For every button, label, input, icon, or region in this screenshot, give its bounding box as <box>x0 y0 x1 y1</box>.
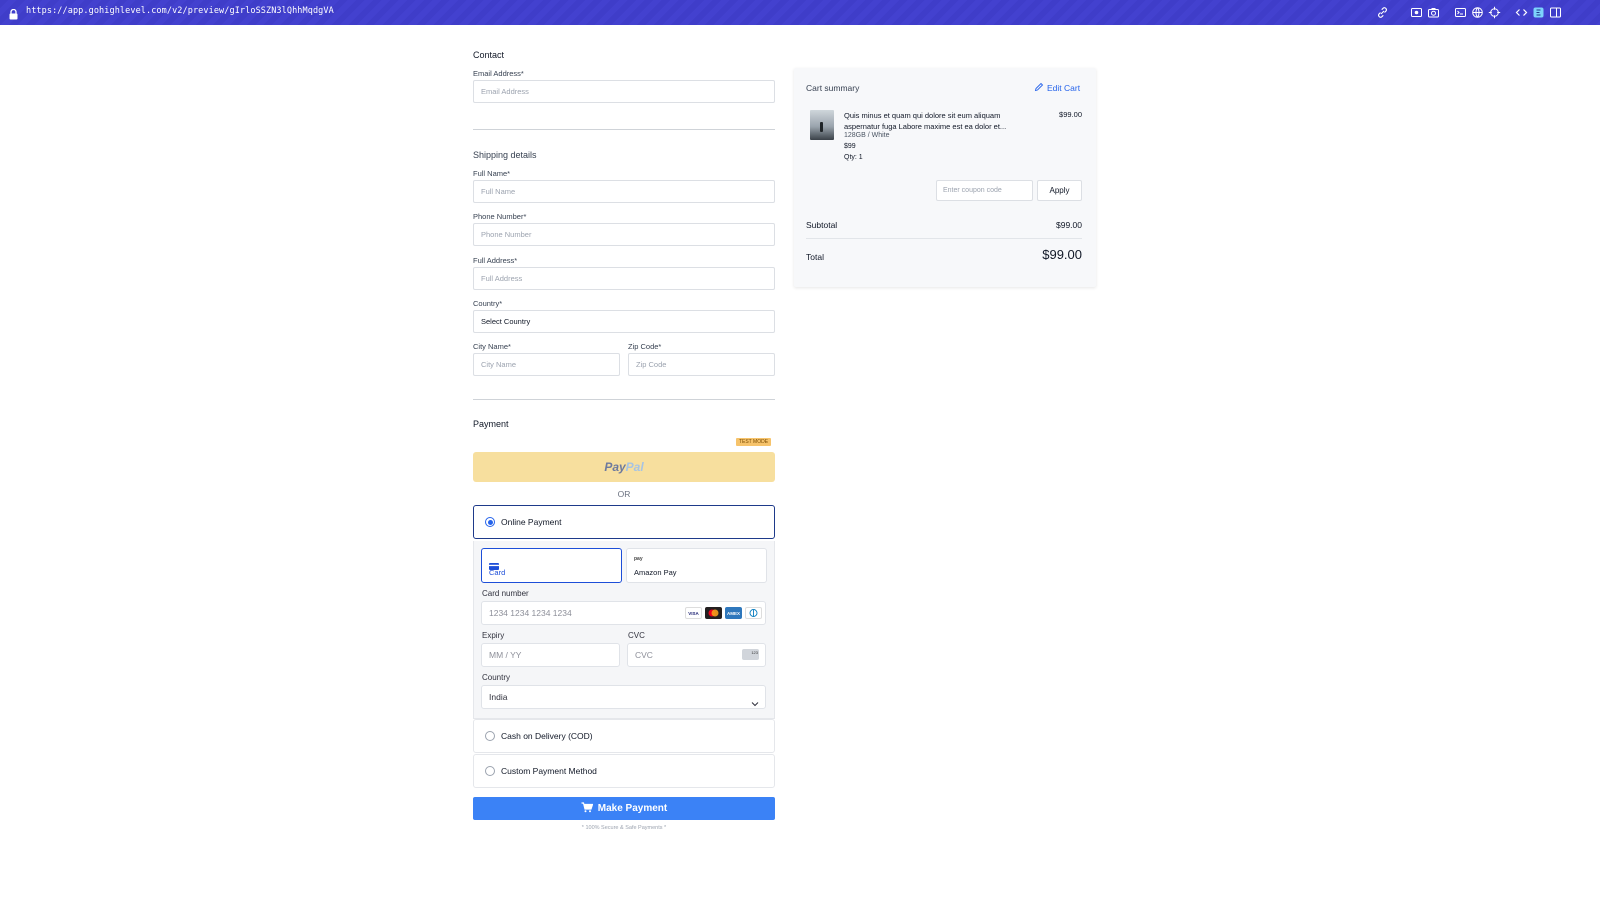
crosshair-icon[interactable] <box>1488 6 1501 19</box>
product-qty: Qty: 1 <box>844 154 863 161</box>
product-name: Quis minus et quam qui dolore sit eum al… <box>844 111 1007 131</box>
browser-topbar: https://app.gohighlevel.com/v2/preview/g… <box>0 0 1600 25</box>
paypal-logo-part2: Pal <box>625 460 644 474</box>
product-thumbnail <box>810 110 834 140</box>
product-price: $99.00 <box>1059 110 1082 119</box>
zip-label: Zip Code* <box>628 342 662 351</box>
screen-capture-icon[interactable] <box>1410 6 1423 19</box>
custom-payment-radio[interactable] <box>485 766 495 776</box>
tab-card[interactable]: Card <box>481 548 622 583</box>
custom-payment-label: Custom Payment Method <box>501 766 597 776</box>
city-label: City Name* <box>473 342 511 351</box>
edit-cart-label: Edit Cart <box>1047 83 1081 93</box>
custom-payment-option[interactable]: Custom Payment Method <box>473 754 775 788</box>
tab-card-label: Card <box>489 568 506 577</box>
address-label: Full Address* <box>473 256 518 265</box>
stripe-country-label: Country <box>482 673 511 682</box>
email-label: Email Address* <box>473 69 524 78</box>
amex-icon: AMEX <box>725 607 742 619</box>
card-icon <box>489 557 499 570</box>
cvc-card-icon: 123 <box>742 649 759 660</box>
camera-icon[interactable] <box>1427 6 1440 19</box>
card-number-label: Card number <box>482 589 529 598</box>
country-select[interactable]: Select Country <box>473 310 775 333</box>
zip-field[interactable]: Zip Code <box>628 353 775 376</box>
online-payment-label: Online Payment <box>501 517 562 527</box>
make-payment-label: Make Payment <box>597 803 668 814</box>
cvc-label: CVC <box>628 631 645 640</box>
total-label: Total <box>806 252 824 262</box>
cod-radio[interactable] <box>485 731 495 741</box>
cod-label: Cash on Delivery (COD) <box>501 731 593 741</box>
product-unit-price: $99 <box>844 143 856 150</box>
lock-icon <box>9 7 18 20</box>
phone-label: Phone Number* <box>473 212 527 221</box>
cod-option[interactable]: Cash on Delivery (COD) <box>473 719 775 753</box>
address-field[interactable]: Full Address <box>473 267 775 290</box>
visa-icon: VISA <box>685 607 702 619</box>
make-payment-button[interactable]: Make Payment <box>473 797 775 820</box>
expiry-label: Expiry <box>482 631 505 640</box>
address-bar-url[interactable]: https://app.gohighlevel.com/v2/preview/g… <box>26 6 334 16</box>
email-field[interactable]: Email Address <box>473 80 775 103</box>
phone-field[interactable]: Phone Number <box>473 223 775 246</box>
shipping-divider <box>473 399 775 400</box>
sidebar-toggle-icon[interactable] <box>1549 6 1562 19</box>
contact-section-title: Contact <box>473 50 505 60</box>
diners-icon <box>745 607 762 619</box>
payment-section-title: Payment <box>473 419 509 429</box>
mastercard-icon <box>705 607 722 619</box>
edit-cart-link[interactable]: Edit Cart <box>1034 82 1080 94</box>
full-name-label: Full Name* <box>473 169 511 178</box>
code-arrows-icon[interactable] <box>1515 6 1528 19</box>
subtotal-value: $99.00 <box>1056 220 1082 230</box>
online-payment-radio[interactable] <box>485 517 495 527</box>
tab-amazon-pay[interactable]: pay Amazon Pay <box>626 548 767 583</box>
contact-divider <box>473 129 775 130</box>
stripe-country-value: India <box>489 692 508 702</box>
globe-icon[interactable] <box>1471 6 1484 19</box>
secure-payments-note: * 100% Secure & Safe Payments * <box>581 825 667 831</box>
paypal-button[interactable]: Pay Pal <box>473 452 775 482</box>
test-mode-badge: TEST MODE <box>736 438 771 446</box>
cart-divider <box>806 238 1082 239</box>
expiry-input[interactable]: MM / YY <box>481 643 620 667</box>
online-payment-option[interactable]: Online Payment <box>473 505 775 539</box>
shipping-section-title: Shipping details <box>473 150 537 160</box>
amazon-pay-icon: pay <box>634 556 643 562</box>
card-brand-icons: VISA AMEX <box>685 607 762 619</box>
city-field[interactable]: City Name <box>473 353 620 376</box>
tab-amazon-pay-label: Amazon Pay <box>634 568 677 577</box>
full-name-field[interactable]: Full Name <box>473 180 775 203</box>
link-icon[interactable] <box>1376 6 1389 19</box>
pencil-icon <box>1034 82 1044 94</box>
or-separator: OR <box>617 489 631 499</box>
stripe-country-select[interactable]: India <box>481 685 766 709</box>
country-label: Country* <box>473 299 503 308</box>
chevron-down-icon <box>751 694 759 707</box>
terminal-icon[interactable] <box>1454 6 1467 19</box>
cart-summary-title: Cart summary <box>806 83 860 93</box>
apply-coupon-button[interactable]: Apply <box>1037 180 1082 201</box>
extension-icon[interactable] <box>1532 6 1545 19</box>
shopping-cart-icon <box>581 801 594 816</box>
product-variant: 128GB / White <box>844 132 890 139</box>
subtotal-label: Subtotal <box>806 220 838 230</box>
coupon-input[interactable]: Enter coupon code <box>936 180 1033 201</box>
paypal-logo-part1: Pay <box>604 460 626 474</box>
total-value: $99.00 <box>1042 247 1082 262</box>
